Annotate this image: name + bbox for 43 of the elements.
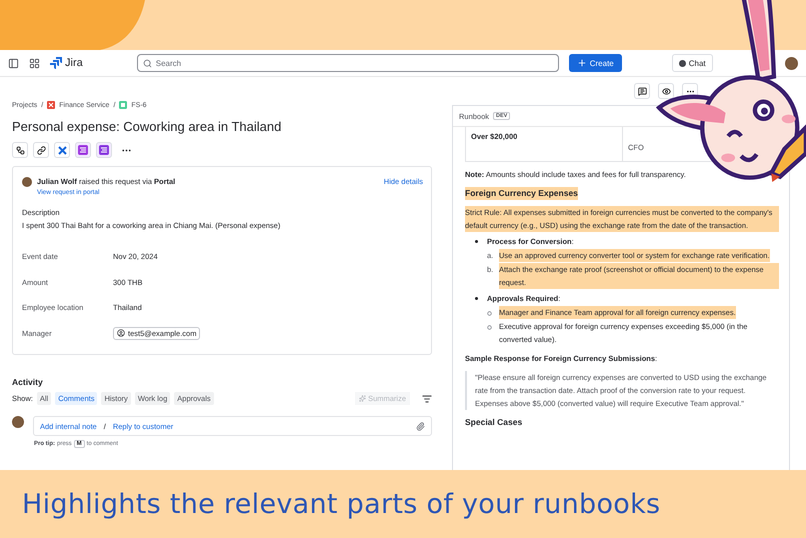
sort-icon: [422, 394, 432, 404]
app-name: Jira: [65, 57, 83, 69]
cross-arrows-icon: [58, 146, 66, 154]
app-grid-icon: [29, 58, 40, 68]
reporter-avatar: [22, 177, 32, 187]
app-button[interactable]: [54, 142, 70, 158]
sidebar-icon: [8, 58, 19, 68]
issue-type-icon: [119, 101, 128, 109]
chat-button[interactable]: Chat: [672, 54, 713, 72]
watch-button[interactable]: [658, 83, 674, 99]
child-issue-button[interactable]: [12, 142, 28, 158]
activity-title: Activity: [12, 377, 44, 387]
paperclip-icon: [416, 422, 425, 430]
bullet-icon: [475, 240, 478, 243]
user-avatar: [12, 416, 24, 428]
user-icon: [117, 329, 125, 338]
plus-icon: [576, 58, 587, 68]
link-icon: [36, 146, 46, 154]
hierarchy-icon: [16, 146, 24, 154]
feedback-button[interactable]: [634, 83, 650, 99]
search-field[interactable]: Search: [136, 54, 559, 72]
issue-title: Personal expense: Coworking area in Thailand: [12, 119, 282, 134]
search-placeholder: Search: [156, 58, 182, 68]
link-button[interactable]: [33, 142, 49, 158]
list-icon: [99, 145, 109, 155]
bullet-icon: [475, 297, 478, 300]
circle-bullet-icon: [487, 311, 492, 316]
runbook-app-button[interactable]: [75, 142, 91, 158]
caption-text: Highlights the relevant parts of your runbooks: [22, 488, 660, 520]
jira-logo-icon: [50, 57, 62, 69]
project-avatar-icon: [47, 101, 56, 109]
message-icon: [638, 86, 646, 96]
user-avatar[interactable]: [785, 56, 798, 70]
list-icon: [78, 145, 88, 155]
runbook-app-button[interactable]: [96, 142, 112, 158]
chat-icon: [678, 60, 686, 66]
search-icon: [142, 58, 152, 68]
sparkle-icon: [359, 395, 366, 402]
section-heading: Foreign Currency Expenses: [465, 187, 578, 200]
section-heading: Special Cases: [465, 416, 522, 429]
eye-icon: [662, 86, 670, 96]
create-button[interactable]: Create: [568, 54, 622, 72]
circle-bullet-icon: [487, 325, 492, 330]
